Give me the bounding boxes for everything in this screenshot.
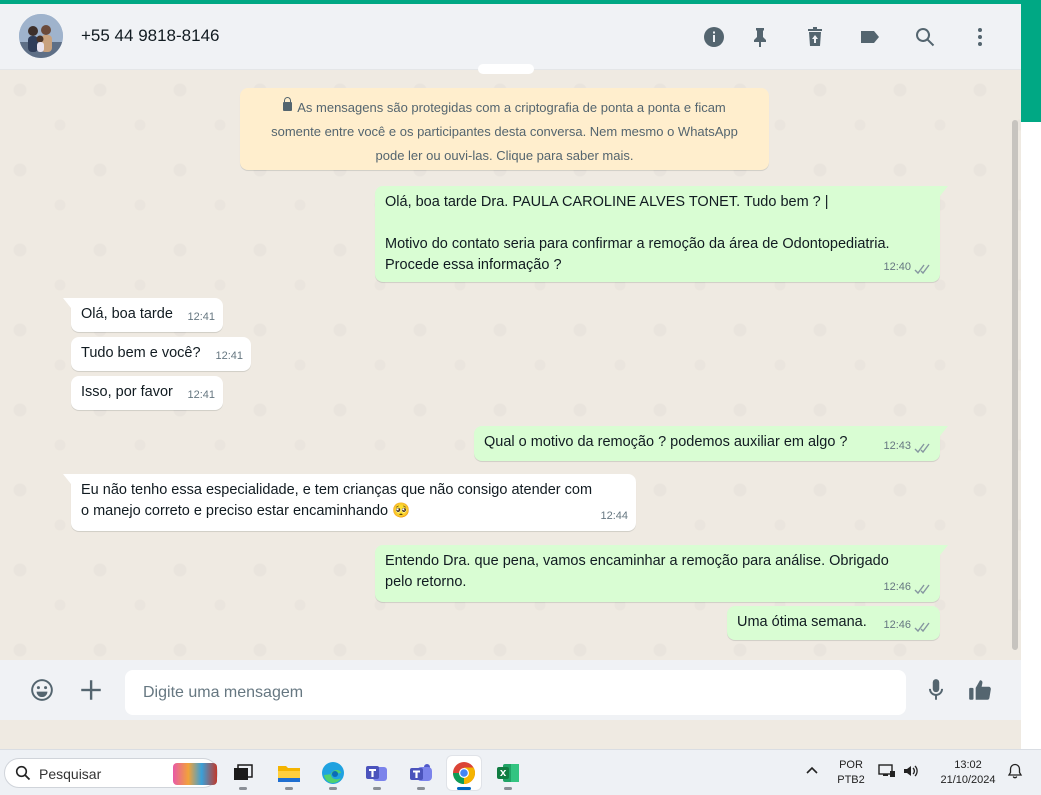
lock-icon [283,97,293,111]
file-explorer-icon[interactable] [272,756,306,790]
outgoing-message[interactable]: Entendo Dra. que pena, vamos encaminhar … [375,545,948,602]
message-time: 12:46 [883,581,911,593]
message-text: pelo retorno. [385,574,467,590]
chat-scrollbar[interactable] [1012,120,1018,650]
language-variant: PTB2 [837,774,865,786]
message-time: 12:40 [883,261,911,273]
outgoing-message[interactable]: Uma ótima semana. 12:46 [727,606,940,640]
message-text: Motivo do contato seria para confirmar a… [385,236,890,252]
message-text: Eu não tenho essa especialidade, e tem c… [81,482,593,498]
read-receipt-icon [914,441,932,454]
read-receipt-icon [914,262,932,275]
message-time: 12:46 [883,619,911,631]
message-text: Procede essa informação ? [385,257,562,273]
window-side-accent [1021,0,1041,122]
chrome-browser-icon[interactable] [447,756,481,790]
emoji-icon[interactable] [26,674,58,706]
windows-taskbar: Pesquisar POR PTB2 13:02 21/10/2024 [0,749,1041,795]
thumbs-up-icon[interactable] [964,674,996,706]
pin-icon[interactable] [745,22,775,52]
delete-icon[interactable] [800,22,830,52]
taskbar-search-label: Pesquisar [39,766,102,782]
background-window-edge [1021,122,1041,749]
message-input[interactable] [125,670,906,715]
message-list[interactable]: As mensagens são protegidas com a cripto… [0,64,1021,660]
search-icon [15,765,31,781]
outgoing-message[interactable]: Qual o motivo da remoção ? podemos auxil… [474,426,948,461]
notice-line: As mensagens são protegidas com a cripto… [297,100,726,115]
excel-icon[interactable] [491,756,525,790]
notice-line: pode ler ou ouvi-las. Clique para saber … [375,148,634,163]
incoming-message[interactable]: Isso, por favor 12:41 [71,376,223,410]
notice-line: somente entre você e os participantes de… [271,124,738,139]
composer-bar [0,660,1021,720]
notification-bell-icon[interactable] [1005,763,1025,784]
info-icon[interactable] [699,22,729,52]
read-receipt-icon [914,620,932,633]
message-text: Olá, boa tarde Dra. PAULA CAROLINE ALVES… [385,194,829,210]
message-time: 12:41 [187,311,215,323]
teams-icon[interactable] [360,756,394,790]
network-icon[interactable] [876,763,898,784]
clock-date: 21/10/2024 [940,774,996,786]
message-time: 12:41 [187,389,215,401]
language-code: POR [839,759,863,771]
outgoing-message[interactable]: Olá, boa tarde Dra. PAULA CAROLINE ALVES… [375,186,948,282]
message-text: o manejo correto e preciso estar encamin… [81,503,411,519]
incoming-message[interactable]: Olá, boa tarde 12:41 [63,298,223,332]
menu-icon[interactable] [965,22,995,52]
message-time: 12:43 [883,440,911,452]
message-time: 12:41 [215,350,243,362]
encryption-notice[interactable]: As mensagens são protegidas com a cripto… [240,88,769,170]
keyboard-language[interactable]: POR PTB2 [832,758,870,788]
task-view-icon[interactable] [226,756,260,790]
attach-plus-icon[interactable] [75,674,107,706]
message-text [385,213,931,234]
whatsapp-chat-window: +55 44 9818-8146 As mensagens são proteg… [0,4,1021,749]
microphone-icon[interactable] [920,674,952,706]
volume-icon[interactable] [900,763,922,784]
incoming-message[interactable]: Eu não tenho essa especialidade, e tem c… [63,474,636,531]
chevron-up-icon[interactable] [803,764,821,783]
search-icon[interactable] [910,22,940,52]
contact-avatar[interactable] [19,14,63,58]
edge-browser-icon[interactable] [316,756,350,790]
read-receipt-icon [914,582,932,595]
search-highlight-image [173,763,217,785]
chat-header: +55 44 9818-8146 [0,4,1021,70]
message-text: Entendo Dra. que pena, vamos encaminhar … [385,553,889,569]
date-chip [478,64,534,74]
message-text: Qual o motivo da remoção ? podemos auxil… [484,434,848,450]
clock[interactable]: 13:02 21/10/2024 [930,758,1006,788]
message-time: 12:44 [600,510,628,522]
clock-time: 13:02 [954,759,982,771]
contact-name[interactable]: +55 44 9818-8146 [81,26,220,46]
incoming-message[interactable]: Tudo bem e você? 12:41 [71,337,251,371]
label-icon[interactable] [855,22,885,52]
teams-classic-icon[interactable] [404,756,438,790]
taskbar-search[interactable]: Pesquisar [4,758,218,788]
